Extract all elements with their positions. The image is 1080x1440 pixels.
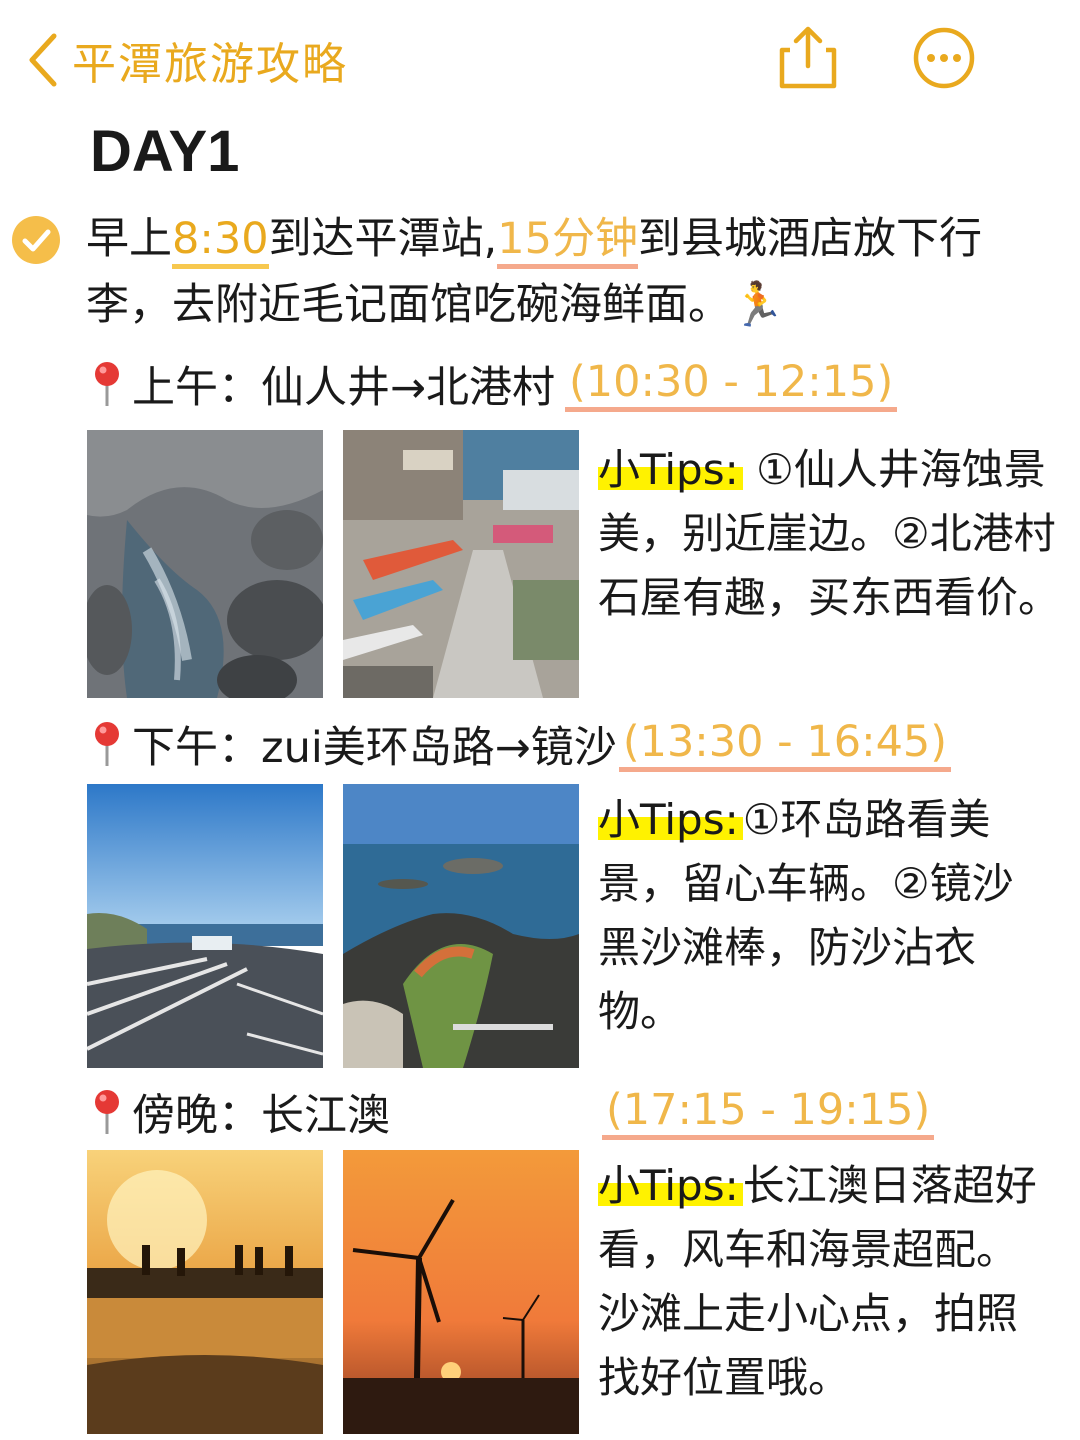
intro-text: 早上8:30到达平潭站,15分钟到县城酒店放下行李，去附近毛记面馆吃碗海鲜面。🏃 [86,214,982,330]
section-afternoon-heading: 下午：zui美环岛路→镜沙 (13:30 - 16:45) [92,714,952,774]
share-button[interactable] [776,24,840,92]
tips-evening: 小Tips:长江澳日落超好看，风车和海景超配。沙滩上走小心点，拍照找好位置哦。 [598,1161,1037,1402]
photo-beigang-village [343,430,579,698]
more-button[interactable] [912,26,976,94]
tips-afternoon: 小Tips:①环岛路看美景，留心车辆。②镜沙黑沙滩棒，防沙沾衣物。 [598,795,1014,1036]
section-morning-heading: 上午：仙人井→北港村 (10:30 - 12:15) [92,354,898,414]
runner-emoji: 🏃 [731,280,785,330]
photo-changjiangao-beach [87,1150,323,1434]
photo-jingsha-beach [343,784,579,1068]
pin-icon [95,1090,119,1134]
duration: 15分钟 [497,214,638,269]
pin-icon [95,722,119,766]
checkmark-icon [12,216,60,264]
arrival-time: 8:30 [172,214,269,269]
share-icon [779,26,837,89]
pin-icon [95,362,119,406]
back-button[interactable]: 平潭旅游攻略 [28,30,348,90]
time-range: (17:15 - 19:15) [602,1085,935,1140]
chevron-left-icon [29,33,57,87]
tips-label: 小Tips: [598,1161,743,1210]
time-range: (13:30 - 16:45) [618,717,952,772]
time-range: (10:30 - 12:15) [565,357,898,412]
tips-morning: 小Tips: ①仙人井海蚀景美，别近崖边。②北港村石屋有趣，买东西看价。 [598,445,1061,622]
day-title: DAY1 [90,119,240,184]
more-icon [913,27,975,89]
tips-label: 小Tips: [598,445,743,494]
tips-label: 小Tips: [598,795,743,844]
page-title: 平潭旅游攻略 [72,39,348,90]
photo-windmill-sunset [343,1150,579,1434]
photo-island-road [87,784,323,1068]
photo-xianrenjing [87,430,323,698]
section-evening-heading: 傍晚：长江澳 (17:15 - 19:15) [92,1082,935,1142]
